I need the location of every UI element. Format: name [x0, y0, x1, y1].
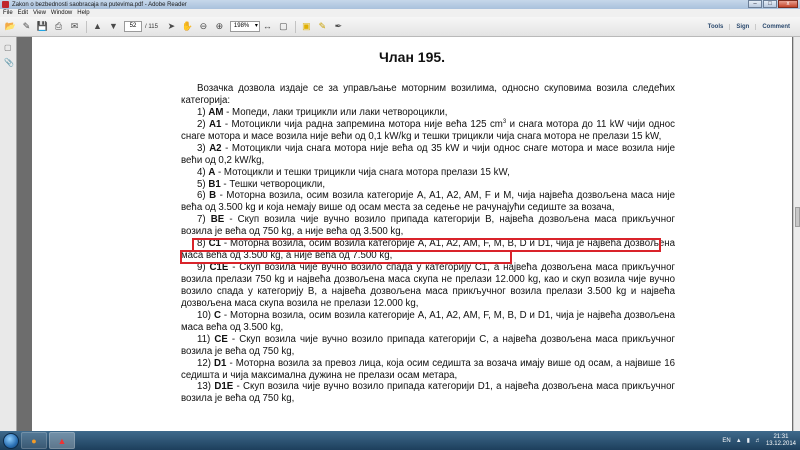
task-pane-buttons: Tools Sign Comment [702, 17, 796, 37]
category-item: 6) B - Моторна возила, осим возила катег… [181, 190, 675, 214]
zoom-out-icon[interactable]: ⊖ [198, 21, 209, 32]
window-title: Zakon o bezbednosti saobracaja na putevi… [12, 1, 187, 8]
hand-tool-icon[interactable]: ✋ [182, 21, 193, 32]
page-number-input[interactable]: 52 [124, 21, 142, 32]
category-item: 2) A1 - Мотоцикли чија радна запремина м… [181, 118, 675, 142]
zoom-select[interactable]: 198% [229, 21, 260, 32]
open-icon[interactable]: 📂 [5, 21, 16, 32]
article-heading: Члан 195. [378, 49, 446, 65]
article-intro: Возачка дозвола издаје се за управљање м… [181, 83, 675, 106]
taskbar: ● ▲ EN ▲ ▮ ♬ 21:31 13.12.2014 [0, 431, 800, 450]
window-controls: – □ x [748, 0, 798, 9]
language-indicator[interactable]: EN [722, 438, 730, 444]
vertical-scrollbar[interactable] [793, 37, 800, 431]
fit-width-icon[interactable]: ↔ [262, 21, 273, 32]
system-tray: EN ▲ ▮ ♬ 21:31 13.12.2014 [722, 431, 796, 450]
menu-window[interactable]: Window [51, 10, 72, 16]
category-item: 8) C1 - Моторна возила, осим возила кате… [181, 238, 675, 262]
highlight-icon[interactable]: ✎ [317, 21, 328, 32]
article-body: Возачка дозвола издаје се за управљање м… [181, 83, 675, 405]
document-area[interactable]: Члан 195. Возачка дозвола издаје се за у… [17, 37, 793, 431]
title-bar: Zakon o bezbednosti saobracaja na putevi… [0, 0, 800, 9]
sticky-note-icon[interactable]: ▣ [301, 21, 312, 32]
network-icon[interactable]: ▮ [747, 437, 750, 444]
category-item: 11) CE - Скуп возила чије вучно возило п… [181, 333, 675, 357]
print-icon[interactable]: ⎙ [53, 21, 64, 32]
page-total: / 115 [145, 23, 158, 30]
adobe-reader-icon [2, 1, 9, 8]
create-pdf-icon[interactable]: ✎ [21, 21, 32, 32]
sign-icon[interactable]: ✒ [333, 21, 344, 32]
navigation-pane: ▢ 📎 [0, 37, 17, 431]
clock-date: 13.12.2014 [765, 440, 796, 447]
minimize-button[interactable]: – [748, 0, 762, 8]
volume-icon[interactable]: ♬ [755, 438, 761, 444]
firefox-taskbar-icon[interactable]: ● [21, 432, 47, 449]
menu-bar: File Edit View Window Help [0, 9, 800, 17]
adobe-reader-taskbar-icon[interactable]: ▲ [49, 432, 75, 449]
clock-time: 21:31 [773, 433, 789, 440]
menu-help[interactable]: Help [77, 10, 89, 16]
page-thumbnails-icon[interactable]: ▢ [4, 43, 13, 52]
close-button[interactable]: x [778, 0, 798, 8]
category-item: 10) C - Моторна возила, осим возила кате… [181, 309, 675, 333]
category-item: 12) D1 - Моторна возила за превоз лица, … [181, 357, 675, 381]
category-item: 13) D1E - Скуп возила чије вучно возило … [181, 381, 675, 405]
email-icon[interactable]: ✉ [69, 21, 80, 32]
sign-button[interactable]: Sign [729, 24, 755, 30]
fit-page-icon[interactable]: ▢ [278, 21, 289, 32]
toolbar: 📂 ✎ 💾 ⎙ ✉ ▲ ▼ 52 / 115 ➤ ✋ ⊖ ⊕ 198% ↔ ▢ … [0, 17, 800, 37]
comment-button[interactable]: Comment [755, 24, 796, 30]
menu-edit[interactable]: Edit [18, 10, 28, 16]
tray-arrow-icon[interactable]: ▲ [736, 438, 742, 444]
category-item-highlighted: 7) BE - Скуп возила чије вучно возило пр… [181, 214, 675, 238]
menu-file[interactable]: File [3, 10, 13, 16]
scrollbar-thumb[interactable] [795, 207, 800, 227]
menu-view[interactable]: View [33, 10, 46, 16]
zoom-in-icon[interactable]: ⊕ [214, 21, 225, 32]
previous-page-icon[interactable]: ▲ [92, 21, 103, 32]
next-page-icon[interactable]: ▼ [108, 21, 119, 32]
category-item: 4) A - Мотоцикли и тешки трицикли чија с… [197, 166, 510, 178]
category-item: 1) AM - Мопеди, лаки трицикли или лаки ч… [197, 106, 448, 118]
tools-button[interactable]: Tools [702, 24, 730, 30]
category-item: 3) A2 - Мотоцикли чија снага мотора није… [181, 142, 676, 166]
pdf-page: Члан 195. Возачка дозвола издаје се за у… [32, 37, 792, 431]
maximize-button[interactable]: □ [763, 0, 777, 8]
category-item: 5) B1 - Тешки четвороцикли, [197, 178, 326, 190]
attachments-icon[interactable]: 📎 [4, 58, 14, 67]
save-icon[interactable]: 💾 [37, 21, 48, 32]
category-item: 9) C1E - Скуп возила чије вучно возило с… [181, 262, 675, 309]
clock[interactable]: 21:31 13.12.2014 [766, 434, 796, 448]
start-button[interactable] [3, 432, 19, 449]
select-tool-icon[interactable]: ➤ [166, 21, 177, 32]
